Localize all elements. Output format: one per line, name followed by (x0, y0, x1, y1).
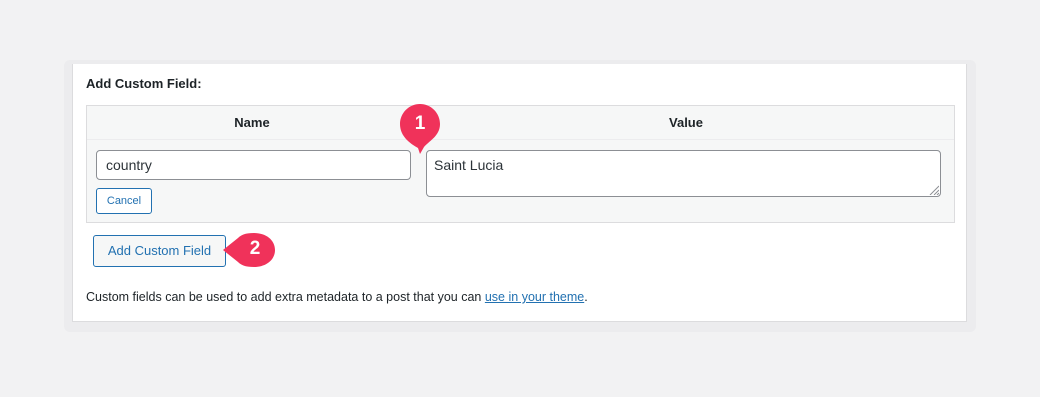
marker-number: 1 (414, 113, 426, 134)
custom-field-table: Name Value Saint Lucia Cancel (86, 105, 955, 223)
value-column-header: Value (669, 115, 703, 130)
screen: Add Custom Field: Name Value Saint Lucia… (0, 0, 1040, 397)
use-in-theme-link[interactable]: use in your theme (485, 290, 584, 304)
callout-marker-1: 1 (399, 103, 441, 155)
custom-fields-panel: Add Custom Field: Name Value Saint Lucia… (72, 64, 967, 322)
field-name-input[interactable] (96, 150, 411, 180)
help-text: Custom fields can be used to add extra m… (86, 290, 588, 304)
header-divider (87, 139, 954, 140)
name-column-header: Name (234, 115, 270, 130)
field-value-textarea[interactable]: Saint Lucia (426, 150, 941, 197)
cancel-button[interactable]: Cancel (96, 188, 152, 214)
panel-title: Add Custom Field: (86, 76, 202, 91)
help-text-body: Custom fields can be used to add extra m… (86, 290, 485, 304)
add-custom-field-button[interactable]: Add Custom Field (93, 235, 226, 267)
callout-marker-2: 2 (222, 232, 276, 268)
resize-handle-icon[interactable] (929, 185, 939, 195)
help-text-suffix: . (584, 290, 588, 304)
marker-number: 2 (249, 238, 261, 259)
